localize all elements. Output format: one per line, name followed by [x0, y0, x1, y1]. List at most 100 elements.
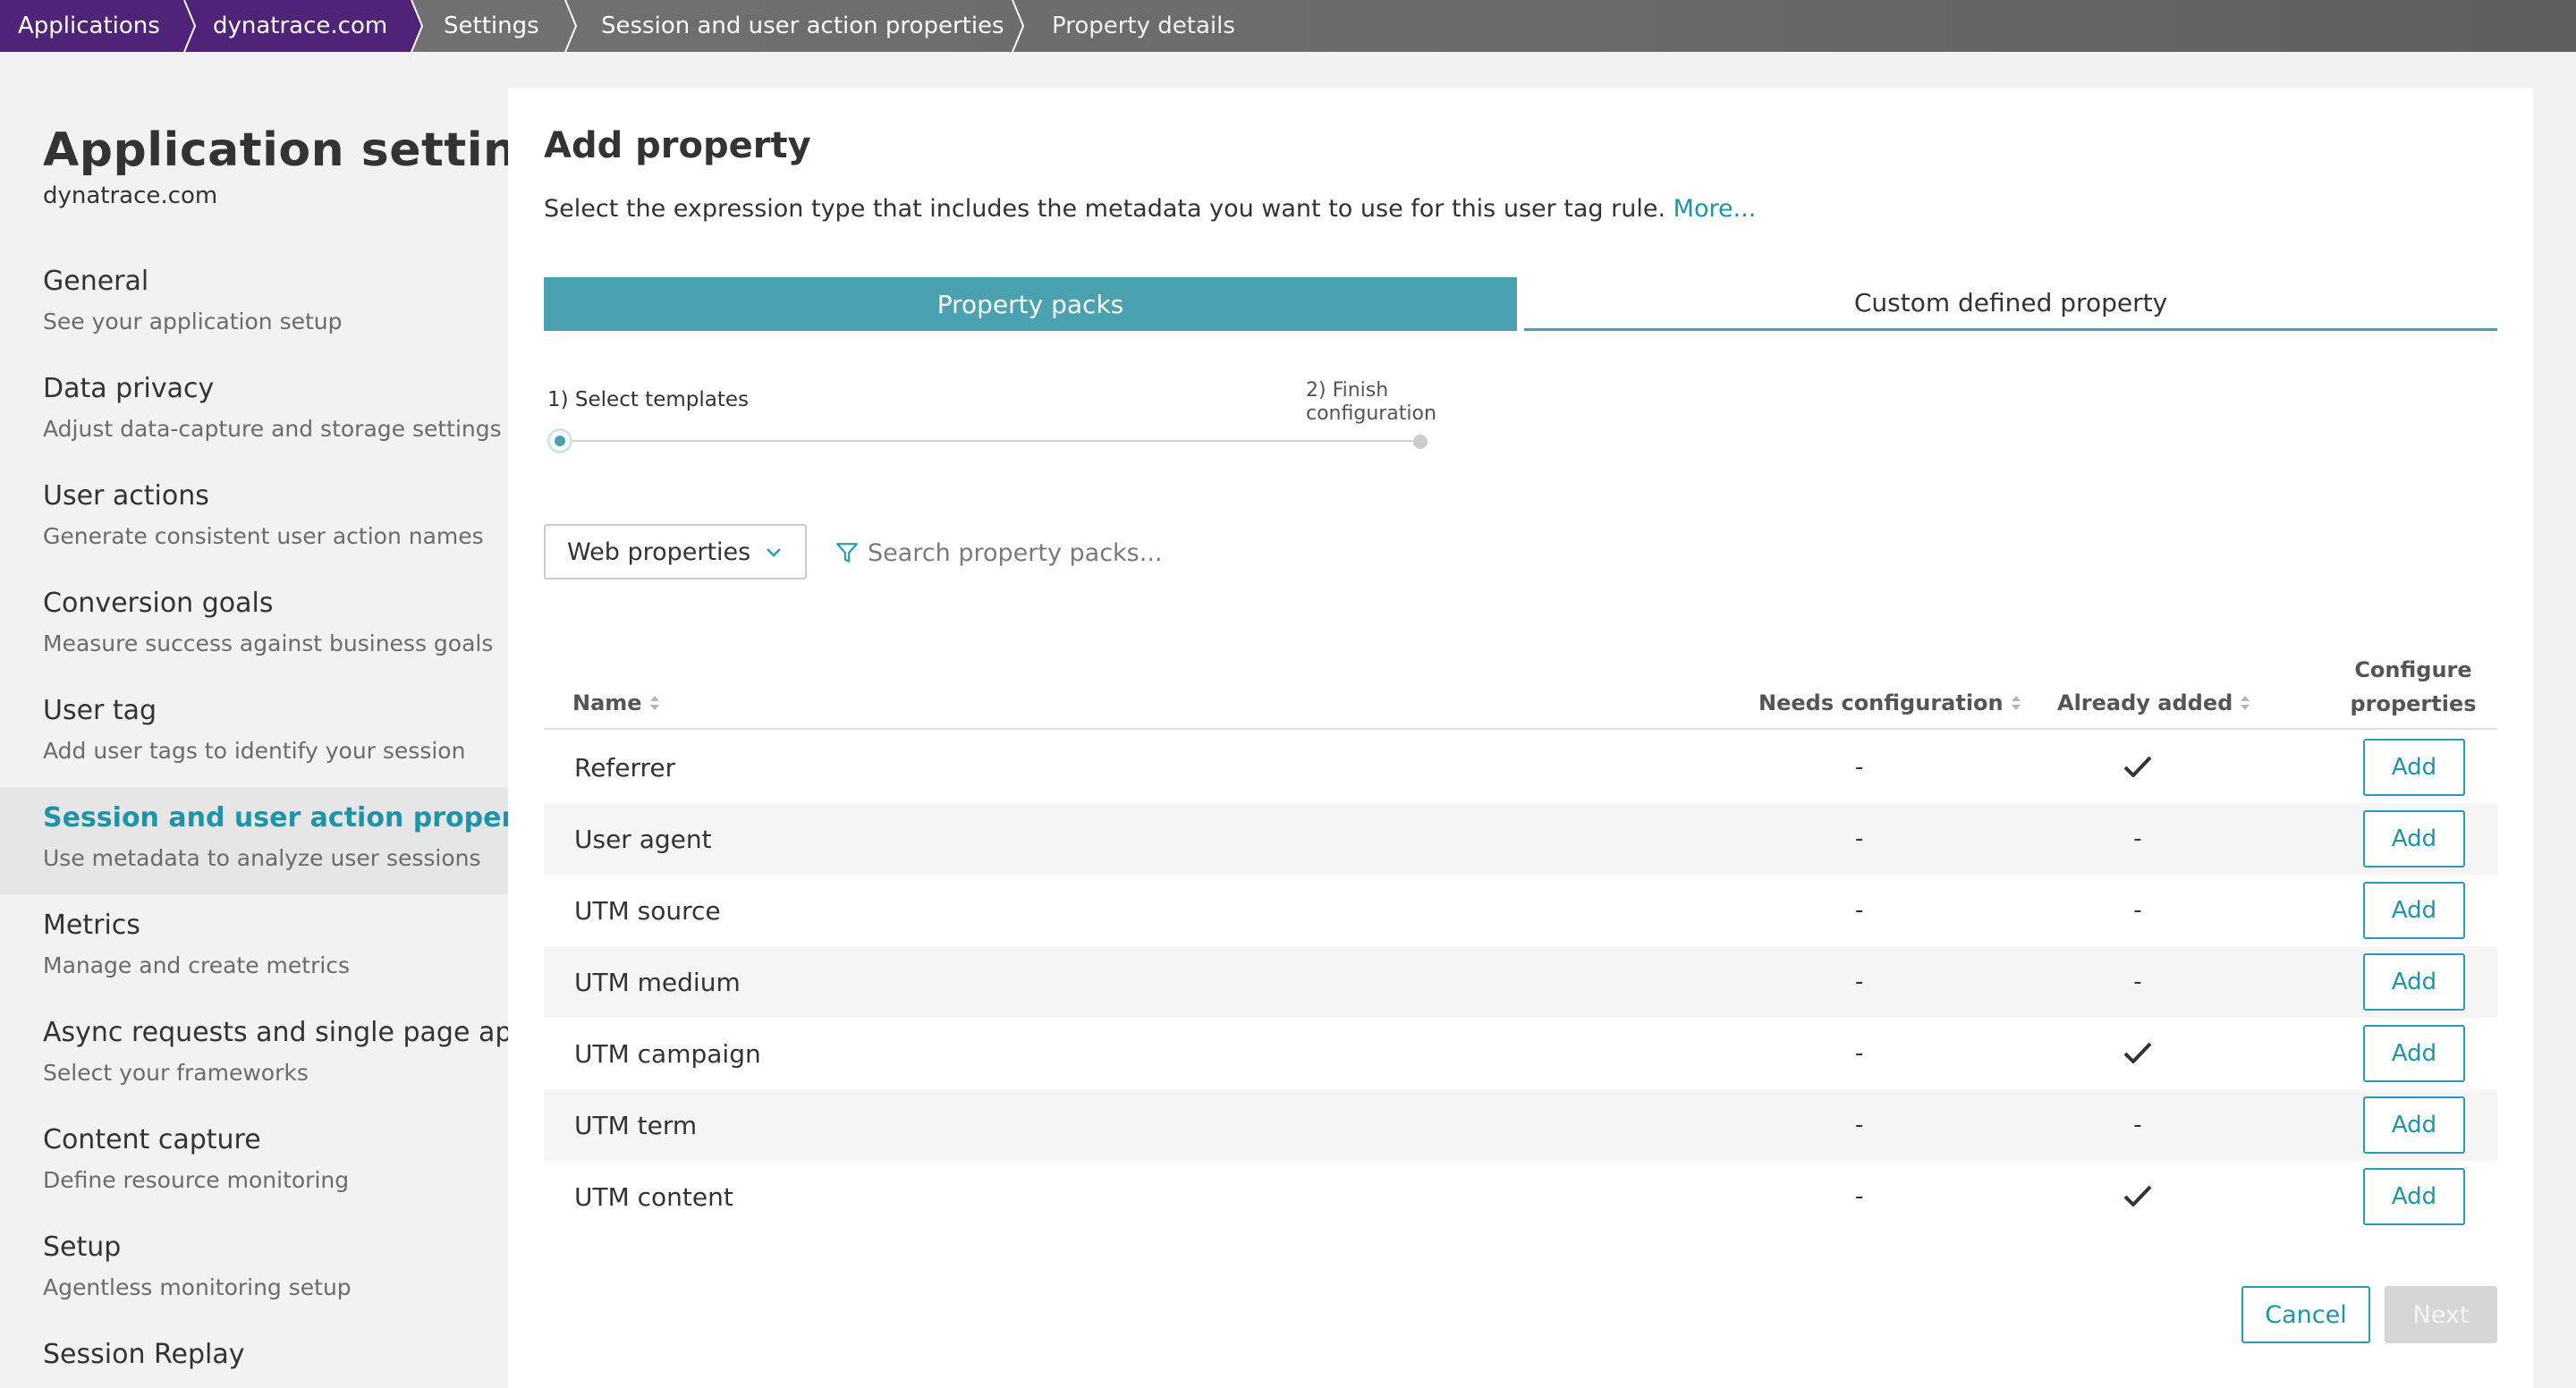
sidebar-item-label: Data privacy: [43, 373, 215, 404]
needs-configuration-value: -: [1855, 969, 1864, 995]
sidebar-item-label: Metrics: [43, 910, 140, 941]
add-property-panel: Add property Select the expression type …: [508, 88, 2533, 1388]
property-name: UTM medium: [574, 967, 741, 997]
sidebar-item-session-properties[interactable]: Session and user action properties Use m…: [0, 787, 571, 894]
add-button[interactable]: Add: [2363, 1025, 2465, 1082]
needs-configuration-value: -: [1855, 1112, 1864, 1138]
already-added-value: -: [2133, 969, 2142, 995]
sidebar-item-setup[interactable]: Setup Agentless monitoring setup: [0, 1216, 508, 1324]
table-row: UTM source - - Add: [544, 875, 2497, 946]
breadcrumb-app[interactable]: dynatrace.com: [179, 0, 424, 52]
property-name: UTM term: [574, 1110, 698, 1140]
checkmark-icon: [2123, 1042, 2152, 1063]
sidebar-item-label: User tag: [43, 695, 157, 726]
breadcrumb-separator-icon: [1012, 0, 1025, 52]
breadcrumb-current: Property details: [1034, 0, 1267, 52]
sidebar-item-desc: Agentless monitoring setup: [43, 1274, 352, 1300]
sidebar-item-desc: Select your frameworks: [43, 1060, 309, 1086]
tab-property-packs[interactable]: Property packs: [544, 277, 1517, 331]
already-added-value: -: [2133, 897, 2142, 924]
next-button[interactable]: Next: [2385, 1286, 2497, 1343]
column-header-needs-configuration[interactable]: Needs configuration: [1758, 690, 2021, 715]
sidebar-item-label: Async requests and single page apps: [43, 1017, 544, 1048]
sidebar-item-desc: Add user tags to identify your session: [43, 738, 466, 764]
breadcrumb-separator-icon: [175, 0, 197, 52]
sidebar-item-label: Content capture: [43, 1124, 261, 1155]
sidebar-item-label: General: [43, 266, 149, 297]
breadcrumb-label: Property details: [1052, 13, 1235, 39]
checkmark-icon: [2123, 756, 2152, 777]
sidebar-item-content-capture[interactable]: Content capture Define resource monitori…: [0, 1109, 508, 1216]
sidebar-item-desc: Generate consistent user action names: [43, 523, 484, 549]
chevron-down-icon: [767, 548, 781, 557]
column-header-label: Name: [572, 690, 642, 715]
sidebar-item-metrics[interactable]: Metrics Manage and create metrics: [0, 894, 508, 1002]
needs-configuration-value: -: [1855, 1040, 1864, 1067]
cancel-button[interactable]: Cancel: [2241, 1286, 2370, 1343]
sidebar-item-desc: Define resource monitoring: [43, 1167, 350, 1193]
breadcrumb-separator-icon: [402, 0, 424, 52]
table-row: UTM campaign - Add: [544, 1018, 2497, 1089]
needs-configuration-value: -: [1855, 754, 1864, 781]
table-row: User agent - - Add: [544, 803, 2497, 875]
already-added-cell: [2113, 732, 2163, 803]
sidebar-item-user-actions[interactable]: User actions Generate consistent user ac…: [0, 465, 508, 572]
add-button[interactable]: Add: [2363, 882, 2465, 939]
already-added-cell: [2113, 1161, 2163, 1232]
sidebar-item-desc: Use metadata to analyze user sessions: [43, 845, 481, 871]
sidebar-item-desc: Manage and create metrics: [43, 952, 351, 978]
column-header-already-added[interactable]: Already added: [2057, 690, 2250, 715]
sidebar-item-desc: Adjust data-capture and storage settings: [43, 416, 502, 442]
breadcrumb-applications[interactable]: Applications: [0, 0, 197, 52]
property-name: UTM content: [574, 1181, 733, 1212]
more-link[interactable]: More...: [1674, 195, 1757, 223]
sort-icon: [2011, 696, 2021, 710]
breadcrumb-label: Settings: [444, 13, 539, 39]
sidebar-item-desc: See your application setup: [43, 309, 343, 334]
table-row: UTM term - - Add: [544, 1089, 2497, 1161]
table-row: Referrer - Add: [544, 732, 2497, 803]
breadcrumb-settings[interactable]: Settings: [426, 0, 578, 52]
page-title: Add property: [544, 125, 811, 166]
add-button[interactable]: Add: [2363, 953, 2465, 1011]
add-button[interactable]: Add: [2363, 1096, 2465, 1154]
sidebar-item-async-requests[interactable]: Async requests and single page apps Sele…: [0, 1002, 544, 1109]
breadcrumb: Applications dynatrace.com Settings Sess…: [0, 0, 2576, 52]
property-name: UTM source: [574, 895, 721, 926]
breadcrumb-label: Session and user action properties: [601, 13, 1004, 39]
step-finish-configuration-label: 2) Finish configuration: [1306, 379, 1436, 425]
add-button[interactable]: Add: [2363, 810, 2465, 868]
column-header-name[interactable]: Name: [572, 690, 660, 715]
add-button[interactable]: Add: [2363, 739, 2465, 796]
table-row: UTM medium - - Add: [544, 946, 2497, 1018]
breadcrumb-properties[interactable]: Session and user action properties: [583, 0, 1025, 52]
column-header-label: Already added: [2057, 690, 2233, 715]
column-header-configure-properties: Configure properties: [2350, 657, 2477, 716]
property-type-dropdown[interactable]: Web properties: [544, 524, 807, 580]
intro-text-body: Select the expression type that includes…: [544, 195, 1666, 223]
step-pending-indicator: [1413, 435, 1428, 449]
sidebar-item-session-replay[interactable]: Session Replay: [0, 1324, 508, 1388]
tab-custom-defined-property[interactable]: Custom defined property: [1524, 277, 2497, 331]
already-added-cell: -: [2113, 875, 2163, 946]
stepper-track: [560, 440, 1420, 442]
sidebar-item-user-tag[interactable]: User tag Add user tags to identify your …: [0, 680, 508, 787]
sidebar-title: Application settings: [43, 123, 579, 177]
settings-sidebar: Application settings dynatrace.com Gener…: [0, 52, 578, 1388]
search-input[interactable]: [868, 538, 1351, 567]
needs-configuration-value: -: [1855, 825, 1864, 852]
sidebar-item-conversion-goals[interactable]: Conversion goals Measure success against…: [0, 572, 508, 680]
property-name: UTM campaign: [574, 1038, 761, 1069]
column-header-label: Needs configuration: [1758, 690, 2004, 715]
add-button[interactable]: Add: [2363, 1168, 2465, 1225]
sidebar-item-data-privacy[interactable]: Data privacy Adjust data-capture and sto…: [0, 358, 508, 465]
step-current-indicator: [547, 428, 572, 453]
sort-icon: [2241, 696, 2250, 710]
sidebar-item-label: Conversion goals: [43, 588, 274, 619]
sidebar-item-general[interactable]: General See your application setup: [0, 250, 508, 358]
sidebar-item-label: Setup: [43, 1231, 122, 1263]
table-row: UTM content - Add: [544, 1161, 2497, 1232]
sort-icon: [649, 696, 659, 710]
checkmark-icon: [2123, 1185, 2152, 1206]
needs-configuration-value: -: [1855, 1183, 1864, 1210]
